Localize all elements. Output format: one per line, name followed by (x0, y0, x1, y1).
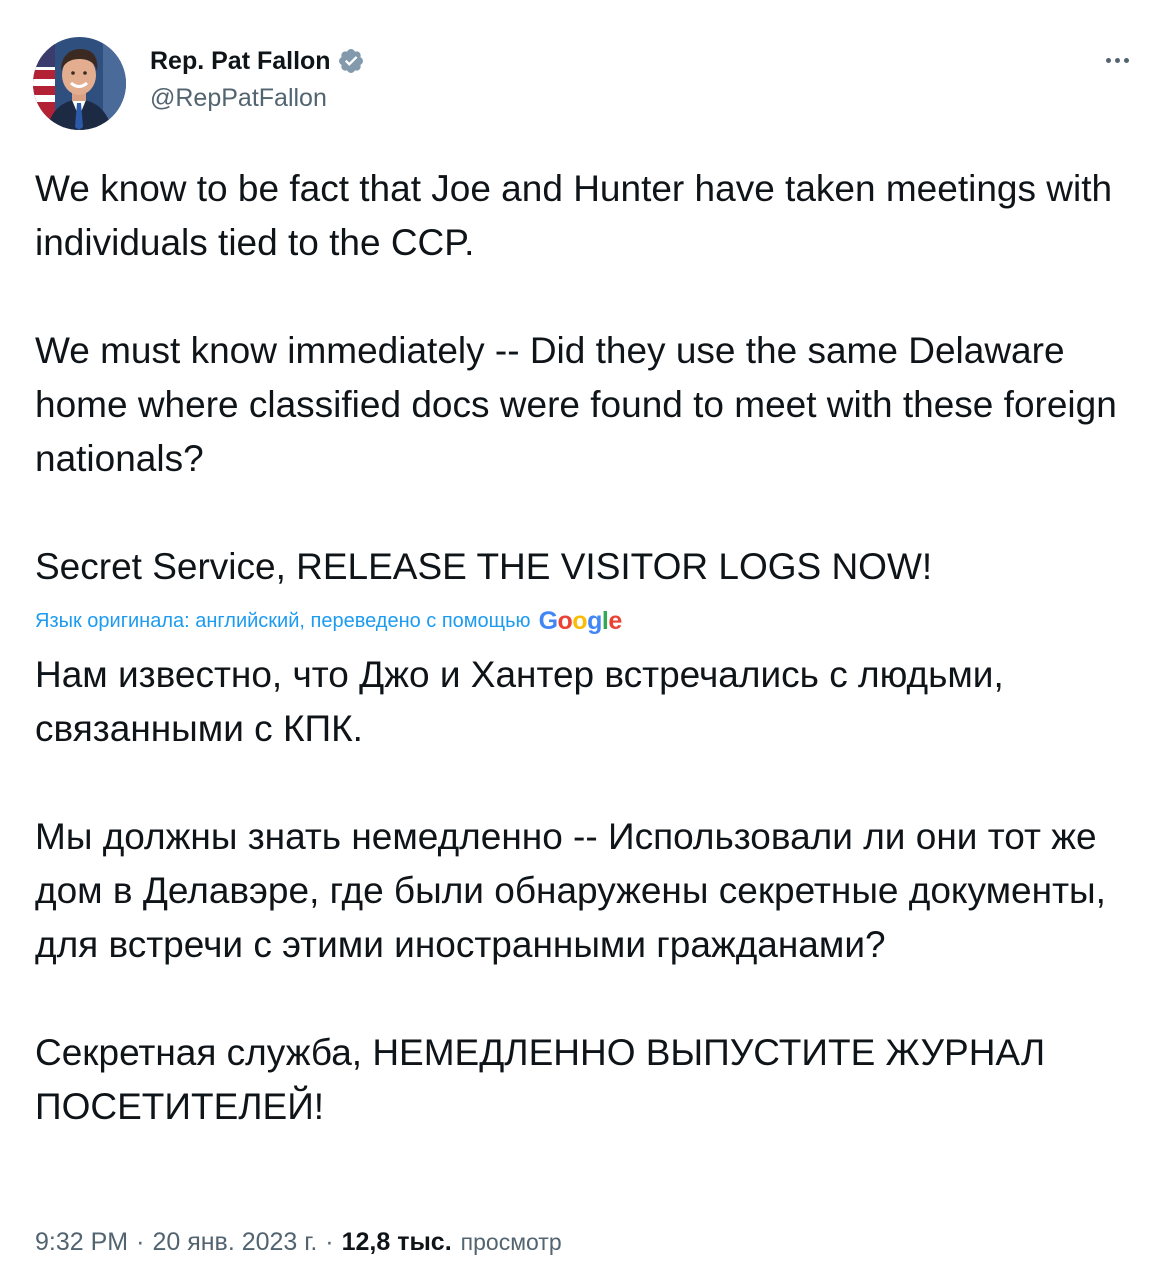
tweet-card: Rep. Pat Fallon @RepPatFallon We know to… (0, 0, 1153, 1280)
tweet-paragraph: We must know immediately -- Did they use… (35, 330, 1117, 479)
tweet-paragraph: We know to be fact that Joe and Hunter h… (35, 168, 1113, 263)
translated-paragraph: Мы должны знать немедленно -- Использова… (35, 816, 1106, 965)
tweet-date[interactable]: 20 янв. 2023 г. (152, 1228, 317, 1257)
author-handle[interactable]: @RepPatFallon (150, 84, 365, 113)
views-label: просмотр (460, 1228, 562, 1255)
translated-paragraph: Секретная служба, НЕМЕДЛЕННО ВЫПУСТИТЕ Ж… (35, 1032, 1046, 1127)
author-avatar[interactable] (33, 37, 126, 130)
translation-notice-text: Язык оригинала: английский, переведено с… (35, 609, 531, 632)
views-count[interactable]: 12,8 тыс. (342, 1228, 452, 1257)
meta-separator: · (136, 1227, 145, 1256)
translation-notice[interactable]: Язык оригинала: английский, переведено с… (35, 601, 622, 641)
tweet-paragraph: Secret Service, RELEASE THE VISITOR LOGS… (35, 546, 933, 587)
tweet-time[interactable]: 9:32 PM (35, 1228, 128, 1257)
google-logo-icon: Google (538, 606, 623, 635)
profile-photo-avatar (33, 37, 126, 130)
translated-text: Нам известно, что Джо и Хантер встречали… (35, 648, 1125, 1134)
translated-paragraph: Нам известно, что Джо и Хантер встречали… (35, 654, 1004, 749)
meta-separator: · (325, 1227, 334, 1256)
author-info: Rep. Pat Fallon @RepPatFallon (150, 44, 365, 113)
display-name-row: Rep. Pat Fallon (150, 44, 365, 78)
more-options-icon[interactable] (1097, 48, 1137, 72)
tweet-meta: 9:32 PM · 20 янв. 2023 г. · 12,8 тыс. пр… (35, 1222, 562, 1262)
verified-badge-icon[interactable] (337, 47, 365, 75)
author-display-name[interactable]: Rep. Pat Fallon (150, 47, 331, 76)
tweet-text: We know to be fact that Joe and Hunter h… (35, 162, 1125, 594)
